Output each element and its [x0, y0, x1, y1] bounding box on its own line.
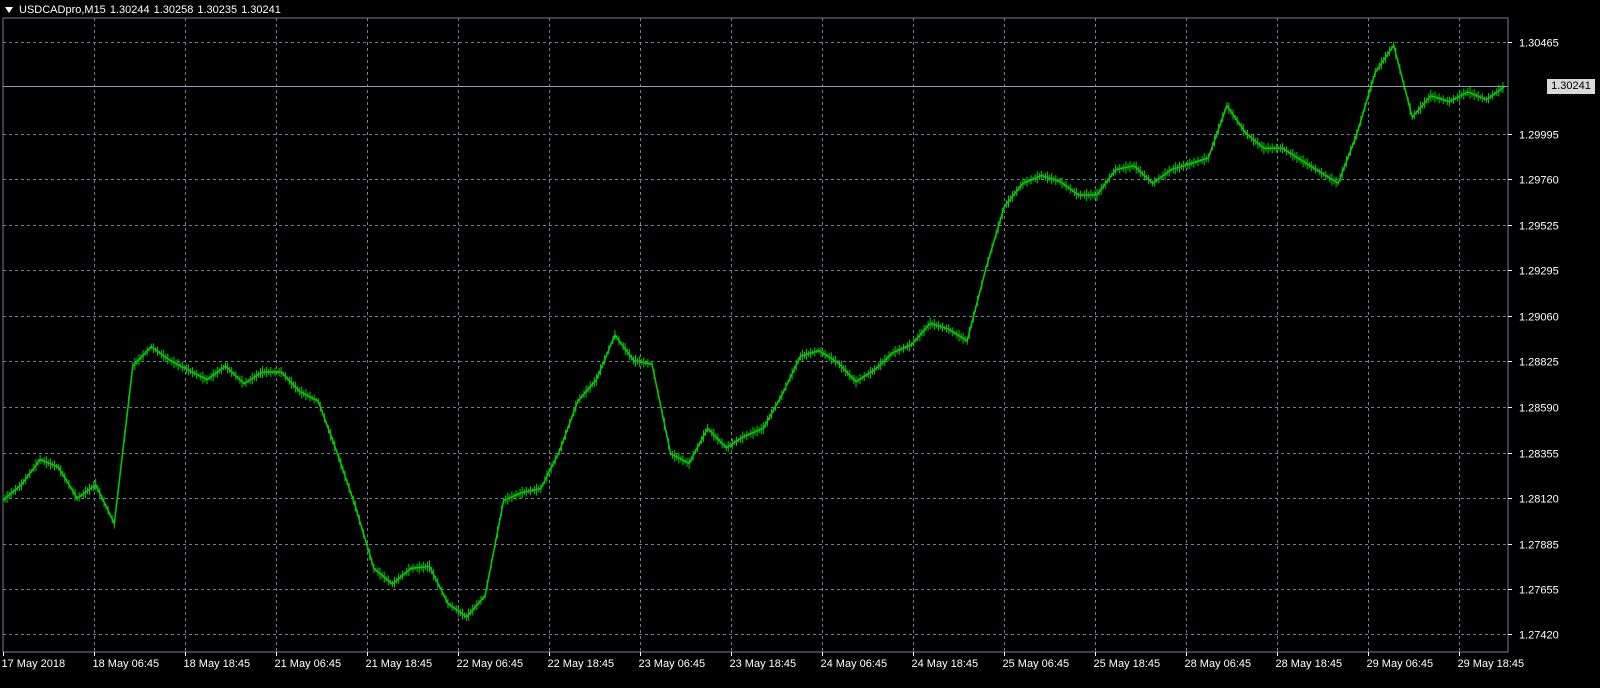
price-axis-label: 1.27655 [1519, 585, 1559, 597]
ohlc-high: 1.30258 [153, 4, 194, 16]
price-axis-label: 1.29295 [1519, 266, 1559, 278]
symbol-header: USDCADpro,M15 1.30244 1.30258 1.30235 1.… [3, 2, 285, 18]
ohlc-close: 1.30241 [241, 4, 281, 16]
price-axis-label: 1.29060 [1519, 312, 1559, 324]
time-axis-label: 29 May 18:45 [1458, 658, 1525, 670]
ohlc-open: 1.30244 [109, 4, 150, 16]
price-axis-label: 1.28120 [1519, 494, 1559, 506]
time-axis-label: 24 May 06:45 [821, 658, 888, 670]
time-axis-label: 21 May 06:45 [275, 658, 342, 670]
time-axis-label: 28 May 06:45 [1185, 658, 1252, 670]
price-axis-label: 1.28355 [1519, 449, 1559, 461]
time-axis-label: 23 May 06:45 [639, 658, 706, 670]
price-axis-label: 1.29760 [1519, 175, 1559, 187]
price-axis-label: 1.29995 [1519, 130, 1559, 142]
time-axis-label: 22 May 18:45 [548, 658, 615, 670]
price-axis-label: 1.27885 [1519, 540, 1559, 552]
time-axis-label: 23 May 18:45 [730, 658, 797, 670]
ohlc-low: 1.30235 [197, 4, 238, 16]
time-axis-label: 24 May 18:45 [912, 658, 979, 670]
time-axis-label: 18 May 18:45 [184, 658, 251, 670]
price-axis-label: 1.28825 [1519, 357, 1559, 369]
time-axis-label: 28 May 18:45 [1276, 658, 1343, 670]
time-axis-label: 17 May 2018 [2, 658, 66, 670]
time-axis-label: 18 May 06:45 [93, 658, 160, 670]
time-axis-label: 25 May 06:45 [1003, 658, 1070, 670]
price-chart[interactable]: 1.30465 1.29995 1.29760 1.29525 1.29295 1.290… [0, 0, 1600, 688]
time-axis-label: 29 May 06:45 [1367, 658, 1434, 670]
time-axis-label: 22 May 06:45 [457, 658, 524, 670]
current-price-label: 1.30241 [1547, 78, 1595, 94]
triangle-down-icon[interactable] [5, 7, 13, 13]
symbol-timeframe: USDCADpro,M15 [19, 4, 106, 16]
price-axis-label: 1.28590 [1519, 403, 1559, 415]
chart-window[interactable]: 1.30465 1.29995 1.29760 1.29525 1.29295 1.290… [0, 0, 1600, 688]
price-axis-label: 1.27420 [1519, 630, 1559, 642]
price-series-line [2, 43, 1506, 619]
price-axis-label: 1.30465 [1519, 38, 1559, 50]
time-axis-label: 21 May 18:45 [366, 658, 433, 670]
time-axis-label: 25 May 18:45 [1094, 658, 1161, 670]
price-axis-label: 1.29525 [1519, 221, 1559, 233]
plot-frame [2, 17, 1509, 653]
